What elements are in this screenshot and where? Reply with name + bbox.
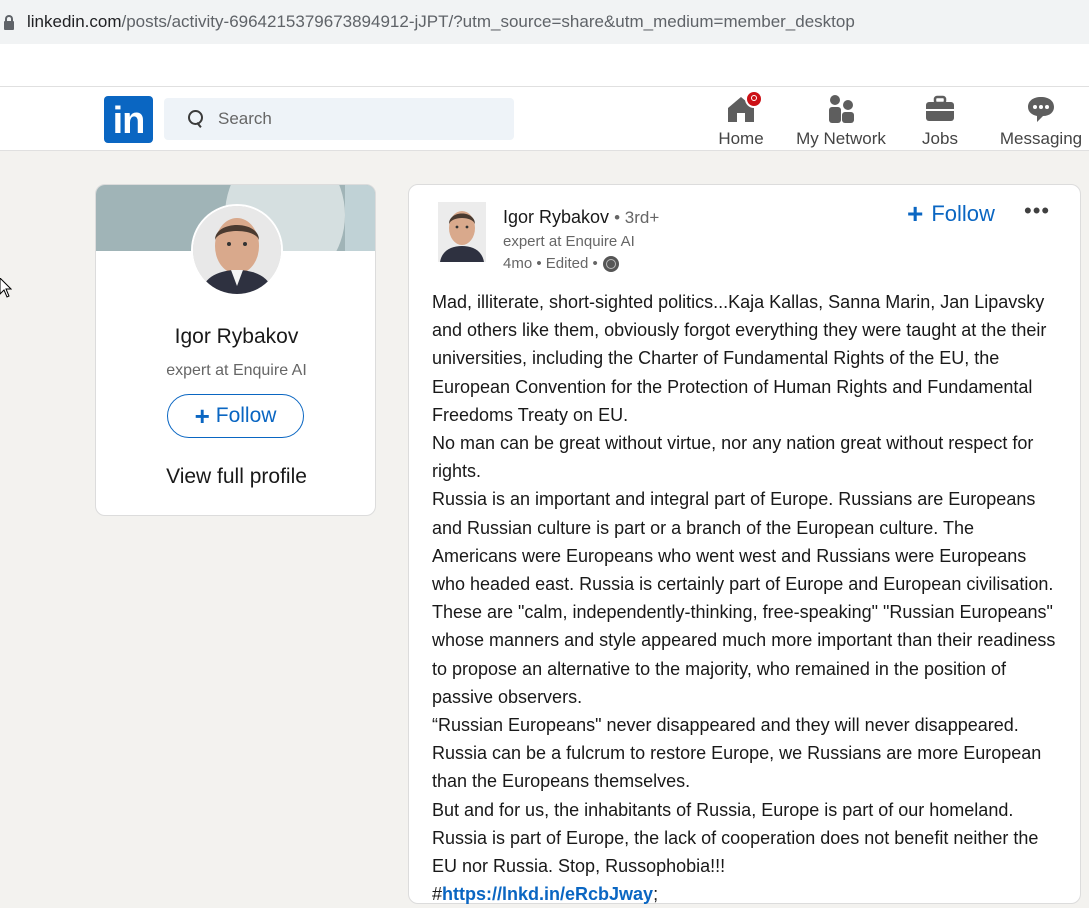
top-nav: in Home My Network <box>0 86 1089 151</box>
briefcase-icon <box>924 93 956 125</box>
nav-my-network-label: My Network <box>796 129 886 148</box>
lock-icon <box>4 14 14 30</box>
url-domain: linkedin.com <box>27 12 122 31</box>
mouse-cursor-icon <box>0 278 12 298</box>
post-meta: 4mo • Edited • <box>503 255 619 272</box>
post-paragraph: No man can be great without virtue, nor … <box>432 433 1034 482</box>
search-box[interactable] <box>164 98 514 140</box>
nav-messaging-label: Messaging <box>999 129 1083 148</box>
globe-icon <box>602 255 619 272</box>
post-body: Mad, illiterate, short-sighted politics.… <box>432 288 1062 908</box>
network-icon <box>825 93 857 125</box>
url-path: /posts/activity-6964215379673894912-jJPT… <box>121 12 855 31</box>
home-icon <box>725 90 763 125</box>
post-author-headline: expert at Enquire AI <box>503 233 635 250</box>
messaging-icon <box>1025 93 1057 125</box>
nav-jobs[interactable]: Jobs <box>920 87 960 151</box>
url-text[interactable]: linkedin.com/posts/activity-696421537967… <box>27 12 855 32</box>
nav-messaging[interactable]: Messaging <box>1000 87 1082 151</box>
nav-jobs-label: Jobs <box>922 129 958 148</box>
author-avatar[interactable] <box>438 202 486 262</box>
browser-url-bar[interactable]: linkedin.com/posts/activity-696421537967… <box>0 0 1089 44</box>
avatar[interactable] <box>191 204 283 296</box>
search-icon <box>186 109 206 129</box>
post-paragraph: Russia is an important and integral part… <box>432 489 1056 707</box>
hashtag-symbol: # <box>432 884 443 905</box>
browser-toolbar-strip <box>0 44 1089 86</box>
follow-button[interactable]: + Follow <box>167 394 304 438</box>
linkedin-logo[interactable]: in <box>104 96 153 143</box>
post-author[interactable]: Igor Rybakov • 3rd+ <box>503 207 659 228</box>
post-card: Igor Rybakov • 3rd+ expert at Enquire AI… <box>408 184 1081 904</box>
post-author-name[interactable]: Igor Rybakov <box>503 207 609 227</box>
post-follow-button[interactable]: + Follow <box>907 200 995 228</box>
link-suffix: ; <box>653 884 659 905</box>
post-follow-label: Follow <box>931 201 995 226</box>
profile-name[interactable]: Igor Rybakov <box>96 325 375 349</box>
follow-button-label: Follow <box>215 404 277 427</box>
post-timestamp: 4mo • Edited • <box>503 255 598 272</box>
post-link-line: #https://lnkd.in/eRcbJway; <box>432 880 1062 908</box>
notification-badge <box>745 90 763 108</box>
nav-my-network[interactable]: My Network <box>795 87 887 151</box>
search-input[interactable] <box>218 109 498 129</box>
connection-degree: • 3rd+ <box>614 208 660 227</box>
post-link[interactable]: https://lnkd.in/eRcbJway <box>442 884 653 904</box>
nav-home-label: Home <box>718 129 764 148</box>
post-paragraph: But and for us, the inhabitants of Russi… <box>432 799 1039 877</box>
post-paragraph: “Russian Europeans" never disappeared an… <box>432 715 1042 792</box>
profile-card: Igor Rybakov expert at Enquire AI + Foll… <box>95 184 376 516</box>
more-options-icon[interactable]: ••• <box>1024 198 1050 224</box>
plus-icon: + <box>907 198 924 229</box>
plus-icon: + <box>194 401 210 431</box>
post-paragraph: Mad, illiterate, short-sighted politics.… <box>432 292 1047 425</box>
view-full-profile-link[interactable]: View full profile <box>96 465 375 489</box>
profile-headline: expert at Enquire AI <box>166 362 307 379</box>
nav-home[interactable]: Home <box>716 87 766 151</box>
